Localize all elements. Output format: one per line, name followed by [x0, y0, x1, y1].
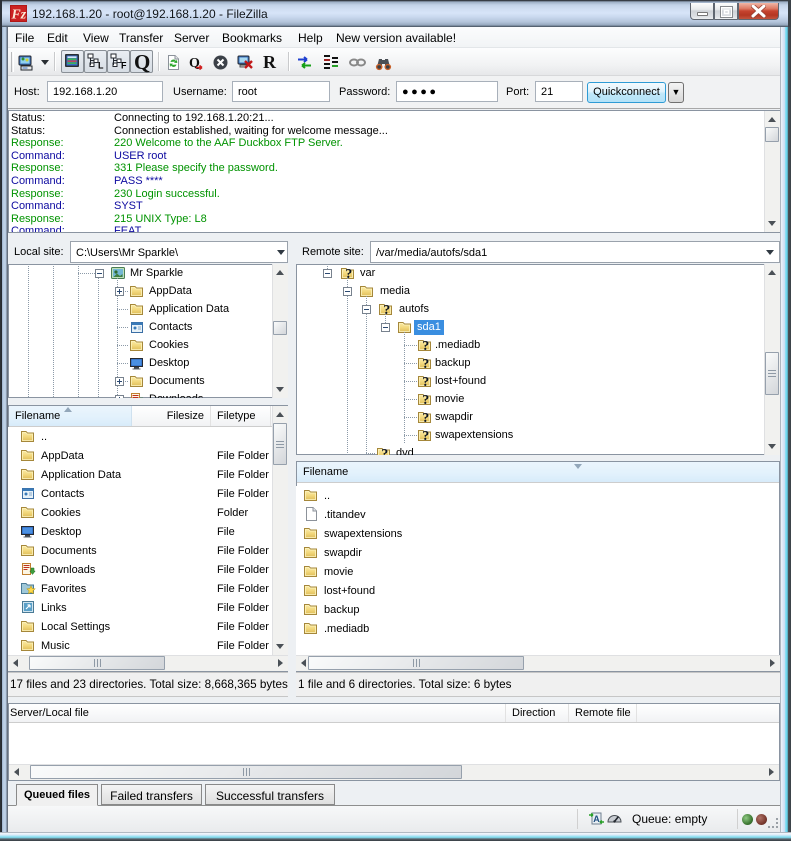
svg-text:Q: Q	[189, 56, 200, 71]
svg-text:A: A	[593, 814, 600, 824]
svg-text:F: F	[121, 61, 127, 71]
svg-text:L: L	[98, 61, 104, 71]
